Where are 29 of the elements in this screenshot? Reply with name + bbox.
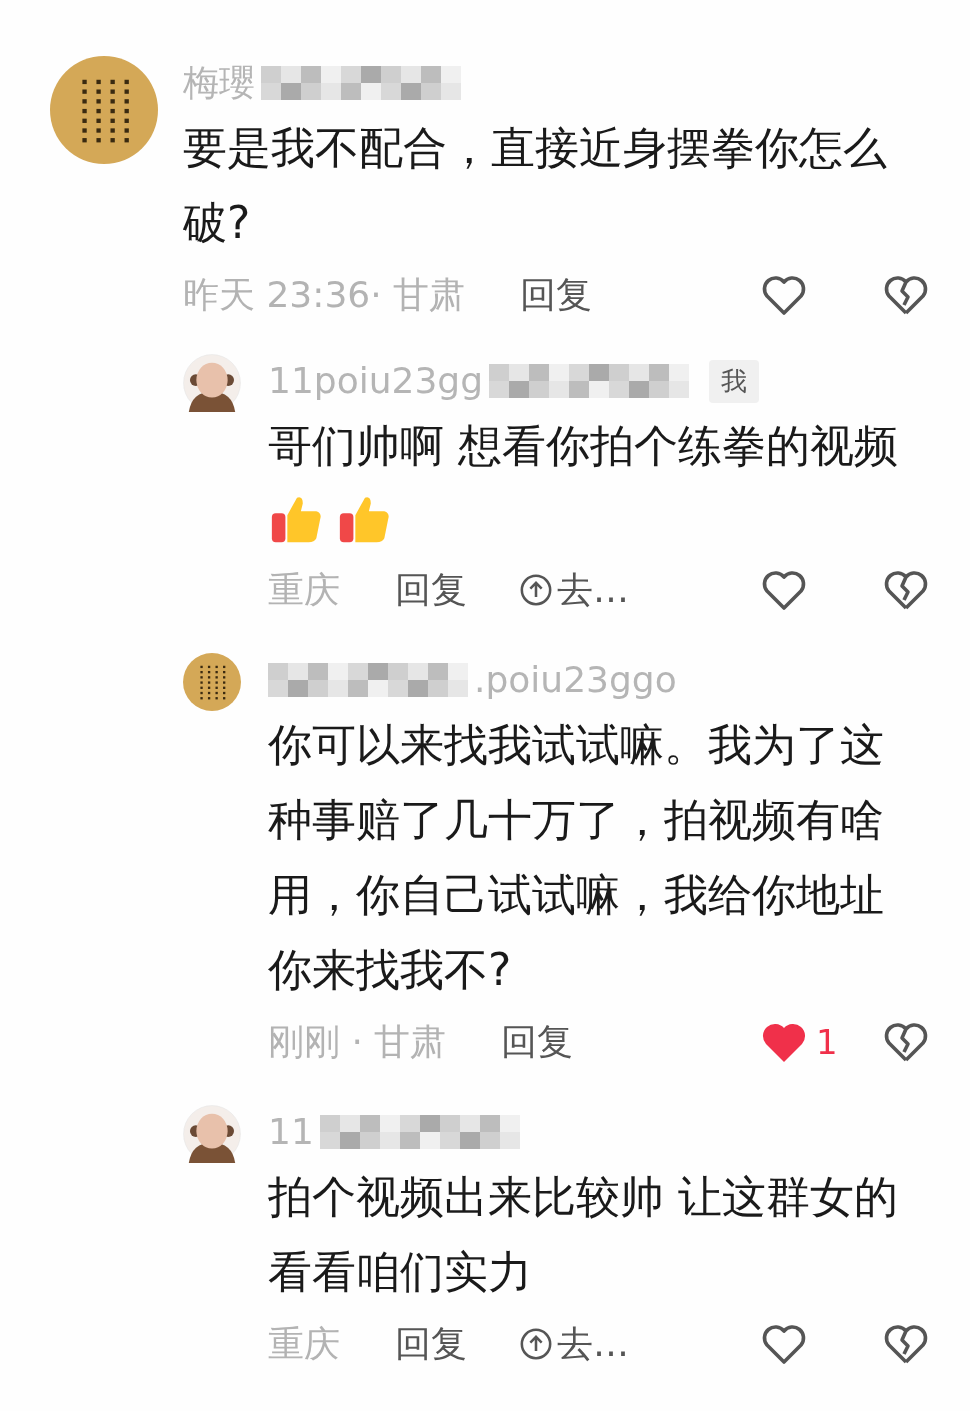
comment-meta: 重庆: [268, 1322, 340, 1366]
like-count: 1: [816, 1020, 838, 1064]
author-tag: 我: [709, 359, 759, 403]
arrow-up-circle-icon: [519, 573, 553, 607]
go-link[interactable]: 去…: [519, 563, 629, 617]
avatar[interactable]: [183, 354, 241, 412]
comment-meta: 重庆: [268, 568, 340, 612]
comment-meta: 昨天 23:36· 甘肃: [183, 273, 466, 317]
reply-button[interactable]: 回复: [395, 563, 467, 617]
comment-text: 你可以来找我试试嘛。我为了这种事赔了几十万了，拍视频有啥用，你自己试试嘛，我给你地址你来找我不?: [268, 718, 885, 997]
broken-heart-icon[interactable]: [882, 273, 930, 317]
comment-text: 拍个视频出来比较帅 让这群女的看看咱们实力: [268, 1170, 899, 1299]
reply-button[interactable]: 回复: [520, 268, 593, 322]
comment-meta: 刚刚 · 甘肃: [268, 1020, 447, 1064]
reply-button[interactable]: 回复: [501, 1015, 574, 1069]
heart-icon[interactable]: [760, 568, 808, 612]
avatar[interactable]: [183, 653, 241, 711]
go-link[interactable]: 去…: [519, 1317, 629, 1371]
reply-button[interactable]: 回复: [395, 1317, 467, 1371]
heart-icon[interactable]: [760, 273, 808, 317]
broken-heart-icon[interactable]: [882, 568, 930, 612]
comment-text: 要是我不配合，直接近身摆拳你怎么破?: [183, 121, 888, 250]
broken-heart-icon[interactable]: [882, 1322, 930, 1366]
avatar[interactable]: [183, 1105, 241, 1163]
avatar[interactable]: [50, 56, 158, 164]
heart-icon[interactable]: [760, 1322, 808, 1366]
arrow-up-circle-icon: [519, 1327, 553, 1361]
comment-text: 哥们帅啊 想看你拍个练拳的视频: [268, 419, 899, 473]
broken-heart-icon[interactable]: [882, 1020, 930, 1064]
